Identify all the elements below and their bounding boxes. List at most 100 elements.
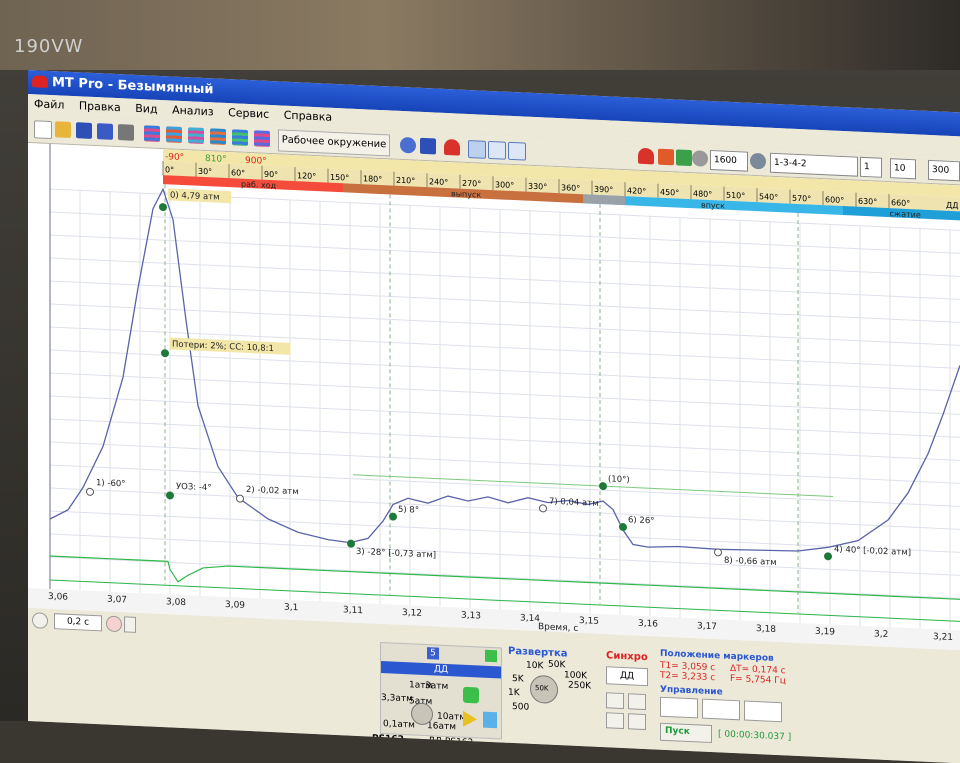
annotation-marker	[166, 491, 174, 500]
car-red-icon[interactable]	[638, 147, 654, 165]
grid-line-h	[50, 234, 960, 277]
cylinder-select[interactable]: 1	[860, 156, 882, 178]
degree-select[interactable]: 10	[890, 158, 916, 180]
window-title: MT Pro - Безымянный	[52, 75, 214, 98]
sweep-1k[interactable]: 1K	[508, 688, 520, 699]
menu-analysis[interactable]: Анализ	[172, 104, 214, 119]
marker-t2: T2= 3,233 с	[660, 670, 716, 684]
annotation-label: 5) 8°	[398, 505, 419, 516]
sweep-500[interactable]: 500	[512, 702, 529, 713]
zoom-out-button[interactable]	[32, 612, 48, 629]
open-folder-icon[interactable]	[55, 121, 71, 138]
firing-order-select[interactable]: 1-3-4-2	[770, 152, 858, 177]
play-icon[interactable]	[463, 710, 477, 728]
range-3atm[interactable]: 3атм	[425, 681, 448, 692]
sweep-250k[interactable]: 250K	[568, 681, 591, 692]
wave-mode-2-icon[interactable]	[702, 698, 740, 721]
angle-tick-label: 90°	[264, 170, 278, 180]
angle-tick-label: 630°	[858, 197, 877, 207]
phase-label: сжатие	[890, 209, 921, 219]
start-button[interactable]: Пуск	[660, 722, 712, 744]
zoom-in-button[interactable]	[106, 615, 122, 633]
waveform-tool-3-icon[interactable]	[188, 127, 204, 144]
sync-mode-2-button[interactable]	[628, 713, 646, 731]
menu-help[interactable]: Справка	[284, 109, 332, 124]
time-tick-label: 3,17	[697, 621, 717, 632]
angle-tick-label: 480°	[693, 189, 712, 199]
view-mode-3-icon[interactable]	[508, 141, 526, 161]
rpm-field[interactable]: 1600	[710, 149, 748, 172]
green-tool-icon[interactable]	[676, 149, 692, 167]
sweep-5k[interactable]: 5K	[512, 674, 524, 685]
environment-button[interactable]: Рабочее окружение	[278, 129, 390, 157]
sweep-title: Развертка	[508, 645, 568, 660]
annotation-marker	[714, 548, 722, 557]
view-mode-2-icon[interactable]	[488, 140, 506, 160]
undo-icon[interactable]	[400, 136, 416, 154]
save-icon[interactable]	[76, 122, 92, 139]
menu-file[interactable]: Файл	[34, 97, 64, 111]
time-tick-label: 3,07	[107, 595, 127, 606]
menu-view[interactable]: Вид	[135, 102, 157, 116]
annotation-label: 7) 0,04 атм	[549, 497, 599, 509]
sweep-10k[interactable]: 10K	[526, 661, 543, 672]
range-16atm[interactable]: 16атм	[427, 721, 456, 732]
save-env-icon[interactable]	[420, 137, 436, 155]
angle-tick-label: 450°	[660, 188, 679, 198]
waveform-tool-5-icon[interactable]	[232, 129, 248, 146]
time-tick-label: 3,12	[402, 608, 422, 619]
print-icon[interactable]	[118, 124, 134, 141]
save-as-icon[interactable]	[97, 123, 113, 140]
grid-line-h	[50, 349, 960, 392]
grid-line-h	[50, 556, 960, 599]
monitor-brand: 190VW	[14, 36, 84, 57]
sync-plus-2-button[interactable]	[628, 693, 646, 711]
sync-select[interactable]: ДД	[606, 666, 648, 687]
phase-gap	[583, 194, 625, 206]
annotation-marker	[824, 552, 832, 561]
waveform-tool-4-icon[interactable]	[210, 128, 226, 145]
channel-number[interactable]: 5	[427, 647, 439, 660]
channel-enable-icon[interactable]	[485, 649, 497, 663]
cylinder-icon[interactable]	[658, 148, 674, 166]
annotation-marker	[159, 203, 167, 212]
menu-edit[interactable]: Правка	[79, 99, 121, 114]
sync-plus-1-button[interactable]	[606, 692, 624, 710]
sweep-knob[interactable]: 50K	[530, 674, 558, 705]
time-tick-label: 3,06	[48, 592, 68, 603]
angle-tick-label: 30°	[198, 167, 212, 177]
time-scale-field[interactable]: 0,2 с	[54, 613, 102, 632]
time-tick-label: 3,21	[933, 632, 953, 643]
calculator-icon[interactable]	[483, 711, 497, 729]
new-file-icon[interactable]	[34, 120, 52, 140]
time-tick-label: 3,13	[461, 611, 481, 622]
angle-tick-label: 60°	[231, 168, 245, 178]
range-select[interactable]: 300	[928, 159, 960, 182]
waveform-tool-6-icon[interactable]	[254, 130, 270, 147]
phase-label: выпуск	[451, 189, 481, 199]
view-mode-1-icon[interactable]	[468, 139, 486, 159]
annotation-label: 8) -0,66 атм	[724, 556, 777, 568]
wave-mode-1-icon[interactable]	[660, 696, 698, 719]
angle-tick-label: 270°	[462, 179, 481, 189]
waveform-tool-2-icon[interactable]	[166, 126, 182, 143]
scroll-left-button[interactable]	[124, 616, 136, 633]
angle-tick-label: 150°	[330, 173, 349, 183]
range-knob[interactable]	[411, 702, 433, 726]
power-icon[interactable]	[463, 686, 479, 704]
waveform-tool-1-icon[interactable]	[144, 125, 160, 142]
angle-tick-label: 390°	[594, 185, 613, 195]
wave-mode-3-icon[interactable]	[744, 700, 782, 723]
marker-10-line	[353, 474, 833, 498]
oscilloscope-plot[interactable]: -90° 810° 900° 0° 30° 60° 90° 120° 150° 180° 210° 2…	[28, 143, 960, 651]
car-icon[interactable]	[444, 138, 460, 156]
start-label: Пуск	[665, 725, 690, 738]
annotation-label: УОЗ: -4°	[176, 482, 212, 494]
annotation-label: (10°)	[608, 474, 630, 485]
menu-service[interactable]: Сервис	[228, 106, 269, 121]
time-tick-label: 3,15	[579, 616, 599, 627]
angle-tick-label: 600°	[825, 195, 844, 205]
channel-name: ДД	[381, 661, 501, 679]
sweep-50k[interactable]: 50K	[548, 660, 565, 671]
elapsed-time: [ 00:00:30.037 ]	[718, 729, 792, 743]
